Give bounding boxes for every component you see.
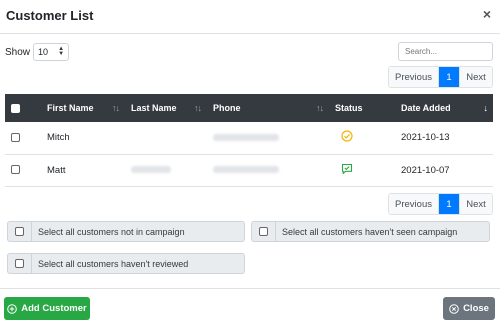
not-in-campaign-label: Select all customers not in campaign [38, 226, 185, 237]
column-status: Status [329, 94, 395, 122]
row-checkbox[interactable] [11, 133, 20, 143]
column-label: Last Name [131, 103, 177, 113]
select-not-in-campaign-button[interactable]: Select all customers not in campaign [7, 221, 245, 242]
check-circle-icon [341, 130, 353, 145]
select-arrows-icon: ▲ ▼ [58, 46, 65, 57]
sort-icon: ↑↓ [316, 103, 324, 113]
page-size-value: 10 [38, 47, 49, 57]
column-last-name[interactable]: Last Name ↑↓ [125, 94, 207, 122]
add-customer-button[interactable]: Add Customer [4, 297, 90, 320]
status-cell [329, 154, 395, 187]
column-label: Date Added [401, 103, 451, 113]
column-date-added[interactable]: Date Added ↓ [395, 94, 493, 122]
previous-page-button[interactable]: Previous [389, 194, 439, 214]
havent-seen-label: Select all customers haven't seen campai… [282, 226, 458, 237]
date-added-cell: 2021-10-13 [395, 122, 493, 155]
row-select-cell [5, 154, 41, 187]
select-havent-reviewed-button[interactable]: Select all customers haven't reviewed [7, 253, 245, 274]
select-all-checkbox[interactable] [11, 104, 20, 114]
show-label: Show [5, 46, 31, 58]
x-circle-icon [449, 303, 459, 314]
previous-page-button[interactable]: Previous [389, 67, 439, 87]
page-size-control: Show 10 ▲ ▼ [5, 43, 70, 61]
column-label: Phone [213, 103, 241, 113]
search-input[interactable] [398, 42, 493, 61]
first-name-cell: Mitch [41, 122, 125, 155]
status-cell [329, 122, 395, 155]
column-phone[interactable]: Phone ↑↓ [207, 94, 329, 122]
row-checkbox[interactable] [11, 165, 20, 175]
next-page-button[interactable]: Next [459, 67, 492, 87]
customer-table: First Name ↑↓ Last Name ↑↓ Phone ↑↓ Stat… [5, 94, 493, 187]
close-label: Close [463, 303, 489, 314]
close-button[interactable]: Close [443, 297, 495, 320]
checkbox-wrap [8, 254, 32, 273]
redacted-phone [213, 134, 279, 142]
column-label: Status [335, 103, 363, 113]
sort-desc-icon: ↓ [483, 103, 488, 113]
plus-circle-icon [7, 303, 18, 314]
row-select-cell [5, 122, 41, 155]
select-all-header [5, 94, 41, 122]
table-row: Matt 2021-10-07 [5, 154, 493, 187]
add-customer-label: Add Customer [21, 303, 87, 314]
sort-icon: ↑↓ [194, 103, 202, 113]
phone-cell [207, 122, 329, 155]
sort-icon: ↑↓ [112, 103, 120, 113]
close-icon[interactable]: × [483, 6, 491, 22]
last-name-cell [125, 154, 207, 187]
checkbox-wrap [252, 222, 276, 241]
check-message-icon [341, 163, 353, 178]
havent-seen-checkbox[interactable] [259, 227, 268, 236]
table-row: Mitch 2021-10-13 [5, 122, 493, 155]
table-header-row: First Name ↑↓ Last Name ↑↓ Phone ↑↓ Stat… [5, 94, 493, 122]
pagination-bottom: Previous 1 Next [388, 193, 493, 215]
redacted-last-name [131, 166, 171, 174]
pagination-top: Previous 1 Next [388, 66, 493, 88]
havent-reviewed-label: Select all customers haven't reviewed [38, 258, 189, 269]
last-name-cell [125, 122, 207, 155]
page-1-button[interactable]: 1 [439, 194, 459, 214]
select-havent-seen-button[interactable]: Select all customers haven't seen campai… [251, 221, 490, 242]
modal-title: Customer List [6, 8, 94, 23]
redacted-phone [213, 166, 279, 174]
havent-reviewed-checkbox[interactable] [15, 259, 24, 268]
column-first-name[interactable]: First Name ↑↓ [41, 94, 125, 122]
page-1-button[interactable]: 1 [439, 67, 459, 87]
modal-header: Customer List × [0, 0, 500, 34]
column-label: First Name [47, 103, 94, 113]
checkbox-wrap [8, 222, 32, 241]
phone-cell [207, 154, 329, 187]
next-page-button[interactable]: Next [459, 194, 492, 214]
not-in-campaign-checkbox[interactable] [15, 227, 24, 236]
first-name-cell: Matt [41, 154, 125, 187]
page-size-select[interactable]: 10 ▲ ▼ [33, 43, 70, 61]
footer-divider [0, 288, 500, 289]
date-added-cell: 2021-10-07 [395, 154, 493, 187]
